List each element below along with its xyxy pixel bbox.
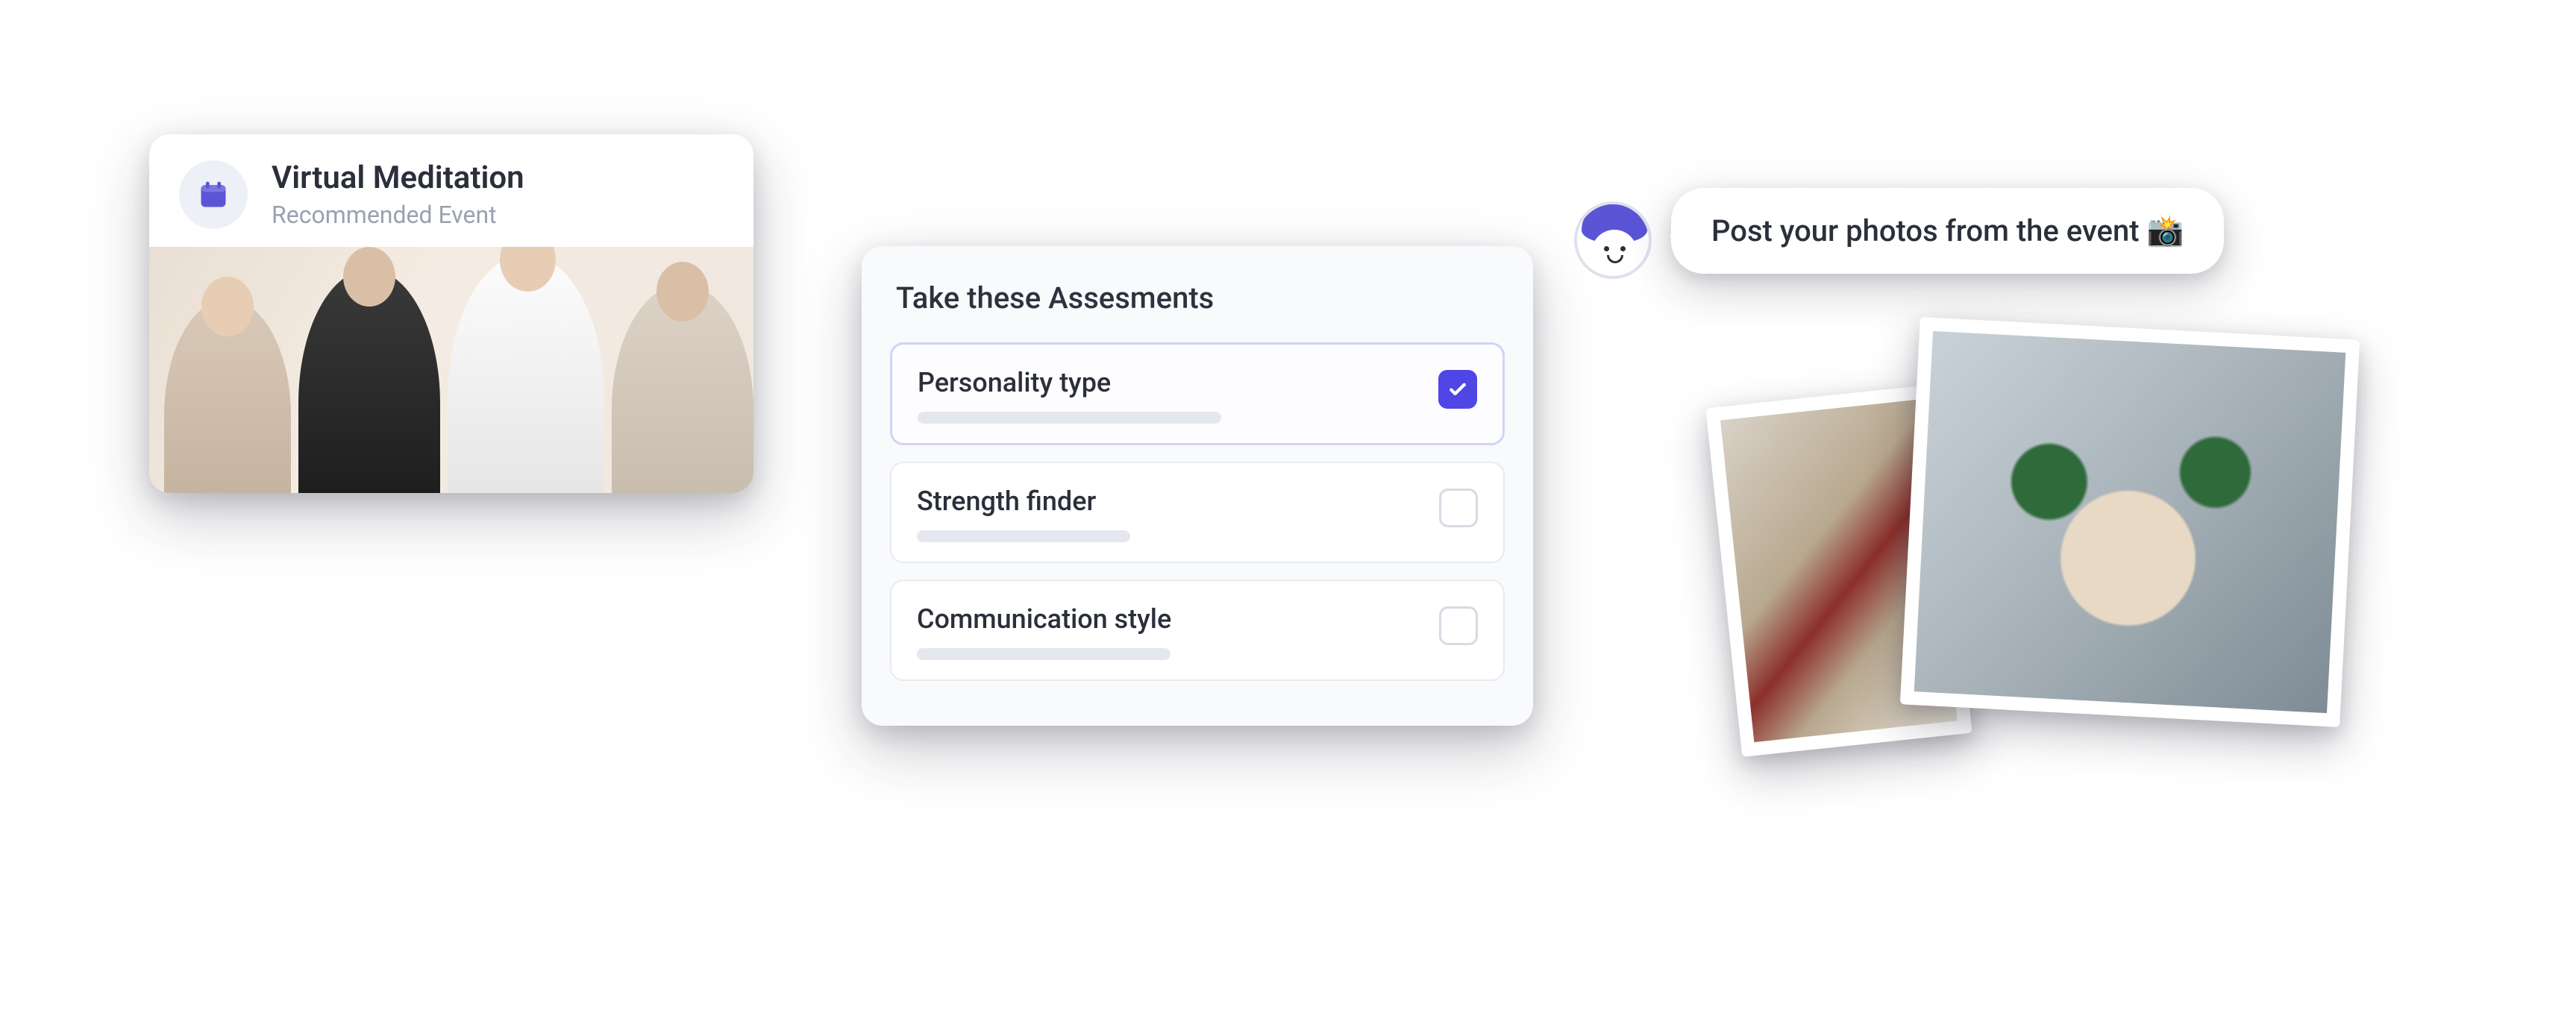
event-photo-2[interactable] <box>1900 317 2360 727</box>
assessment-item-strength[interactable]: Strength finder <box>890 462 1505 563</box>
event-card-header: Virtual Meditation Recommended Event <box>149 134 753 247</box>
assessment-item-text: Communication style <box>917 603 1424 660</box>
assessment-placeholder-line <box>918 412 1221 424</box>
assessment-label: Communication style <box>917 603 1424 635</box>
assessment-checkbox[interactable] <box>1438 370 1477 409</box>
assessments-heading: Take these Assesments <box>890 280 1505 315</box>
assessment-item-text: Personality type <box>918 367 1423 424</box>
assessment-item-text: Strength finder <box>917 486 1424 542</box>
assessment-placeholder-line <box>917 648 1171 660</box>
assistant-avatar <box>1574 201 1652 279</box>
event-card[interactable]: Virtual Meditation Recommended Event <box>149 134 753 493</box>
assessment-item-communication[interactable]: Communication style <box>890 580 1505 681</box>
assessment-checkbox[interactable] <box>1439 606 1478 645</box>
prompt-text: Post your photos from the event 📸 <box>1711 213 2184 248</box>
assessments-card: Take these Assesments Personality type S… <box>862 246 1533 726</box>
assessment-placeholder-line <box>917 530 1130 542</box>
calendar-icon <box>179 160 248 229</box>
event-title: Virtual Meditation <box>272 160 524 196</box>
event-photo-2-image <box>1914 331 2346 713</box>
event-subtitle: Recommended Event <box>272 201 524 229</box>
assessment-item-personality[interactable]: Personality type <box>890 342 1505 445</box>
event-image <box>149 247 753 493</box>
prompt-bubble: Post your photos from the event 📸 <box>1671 188 2224 274</box>
event-card-titles: Virtual Meditation Recommended Event <box>272 160 524 229</box>
assessment-checkbox[interactable] <box>1439 489 1478 527</box>
assessment-label: Personality type <box>918 367 1423 398</box>
assessment-label: Strength finder <box>917 486 1424 517</box>
